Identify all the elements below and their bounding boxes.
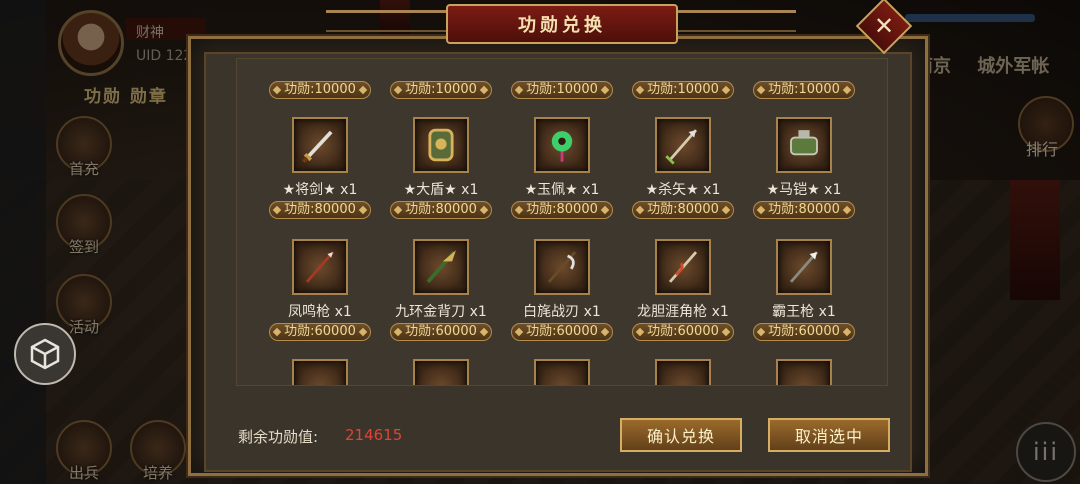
cost-badge: 功勋:10000 [390, 81, 492, 99]
cost-badge: 功勋:10000 [269, 81, 371, 99]
reward-cell[interactable]: 功勋:10000 [628, 59, 738, 99]
cancel-selection-button[interactable]: 取消选中 [768, 418, 890, 452]
spear-icon[interactable] [292, 239, 348, 295]
reward-cell[interactable]: 功勋:10000 [265, 59, 375, 99]
item-name: 龙胆涯角枪 x1 [637, 304, 729, 320]
reward-cell[interactable]: 龙胆涯角枪 x1 功勋:60000 [628, 239, 738, 349]
remaining-merit-value: 214615 [345, 426, 403, 444]
reward-cell[interactable]: 功勋:10000 [507, 59, 617, 99]
cost-badge: 功勋:80000 [511, 201, 613, 219]
shield-icon[interactable] [413, 117, 469, 173]
overlord-spear-icon[interactable] [776, 239, 832, 295]
sword-icon[interactable] [292, 117, 348, 173]
horse-armor-icon[interactable] [776, 117, 832, 173]
cost-badge: 功勋:10000 [753, 81, 855, 99]
item-name: ★玉佩★ x1 [524, 182, 600, 198]
reward-cell[interactable]: ★马铠★ x1 功勋:80000 [749, 117, 859, 227]
item-name: 凤鸣枪 x1 [288, 304, 352, 320]
reward-cell[interactable]: ★大盾★ x1 功勋:80000 [386, 117, 496, 227]
armor-icon[interactable] [292, 359, 348, 385]
reward-cell[interactable]: 霸王枪 x1 功勋:60000 [749, 239, 859, 349]
cost-badge: 功勋:60000 [390, 323, 492, 341]
cost-badge: 功勋:80000 [753, 201, 855, 219]
cost-badge: 功勋:10000 [511, 81, 613, 99]
item-name: 九环金背刀 x1 [395, 304, 487, 320]
boots-icon[interactable] [534, 359, 590, 385]
cost-badge: 功勋:60000 [632, 323, 734, 341]
item-name: 霸王枪 x1 [772, 304, 836, 320]
halberd-icon[interactable] [534, 239, 590, 295]
cost-badge: 功勋:60000 [753, 323, 855, 341]
dragon-spear-icon[interactable] [655, 239, 711, 295]
arrow-icon[interactable] [655, 117, 711, 173]
reward-cell[interactable]: ★杀矢★ x1 功勋:80000 [628, 117, 738, 227]
cost-badge: 功勋:80000 [269, 201, 371, 219]
reward-cell[interactable] [265, 359, 375, 385]
item-name: ★将剑★ x1 [282, 182, 358, 198]
reward-cell[interactable]: 凤鸣枪 x1 功勋:60000 [265, 239, 375, 349]
reward-cell[interactable] [386, 359, 496, 385]
dialog-title: 功勋兑换 [446, 4, 678, 44]
broadsword-icon[interactable] [413, 239, 469, 295]
jade-pendant-icon[interactable] [534, 117, 590, 173]
gauntlet-icon[interactable] [776, 359, 832, 385]
confirm-exchange-button[interactable]: 确认兑换 [620, 418, 742, 452]
robe-icon[interactable] [655, 359, 711, 385]
cost-badge: 功勋:60000 [269, 323, 371, 341]
item-name: ★杀矢★ x1 [645, 182, 721, 198]
reward-cell[interactable]: 九环金背刀 x1 功勋:60000 [386, 239, 496, 349]
floating-cube-button[interactable] [14, 323, 76, 385]
item-name: ★大盾★ x1 [403, 182, 479, 198]
reward-cell[interactable]: ★将剑★ x1 功勋:80000 [265, 117, 375, 227]
close-icon[interactable]: ✕ [864, 6, 904, 46]
item-name: ★马铠★ x1 [766, 182, 842, 198]
reward-cell[interactable] [507, 359, 617, 385]
reward-cell[interactable] [628, 359, 738, 385]
cost-badge: 功勋:60000 [511, 323, 613, 341]
remaining-merit-label: 剩余功勋值: [238, 428, 319, 446]
reward-grid[interactable]: 功勋:10000 功勋:10000 功勋:10000 功勋:10000 功勋:1… [236, 58, 888, 386]
title-ornament-left [326, 10, 446, 32]
cube-icon [30, 338, 60, 370]
reward-cell[interactable]: ★玉佩★ x1 功勋:80000 [507, 117, 617, 227]
cost-badge: 功勋:80000 [390, 201, 492, 219]
cost-badge: 功勋:80000 [632, 201, 734, 219]
title-ornament-right [676, 10, 796, 32]
reward-cell[interactable] [749, 359, 859, 385]
item-name: 白旄战刃 x1 [523, 304, 601, 320]
reward-cell[interactable]: 功勋:10000 [749, 59, 859, 99]
reward-cell[interactable]: 功勋:10000 [386, 59, 496, 99]
cost-badge: 功勋:10000 [632, 81, 734, 99]
helmet-icon[interactable] [413, 359, 469, 385]
reward-cell[interactable]: 白旄战刃 x1 功勋:60000 [507, 239, 617, 349]
